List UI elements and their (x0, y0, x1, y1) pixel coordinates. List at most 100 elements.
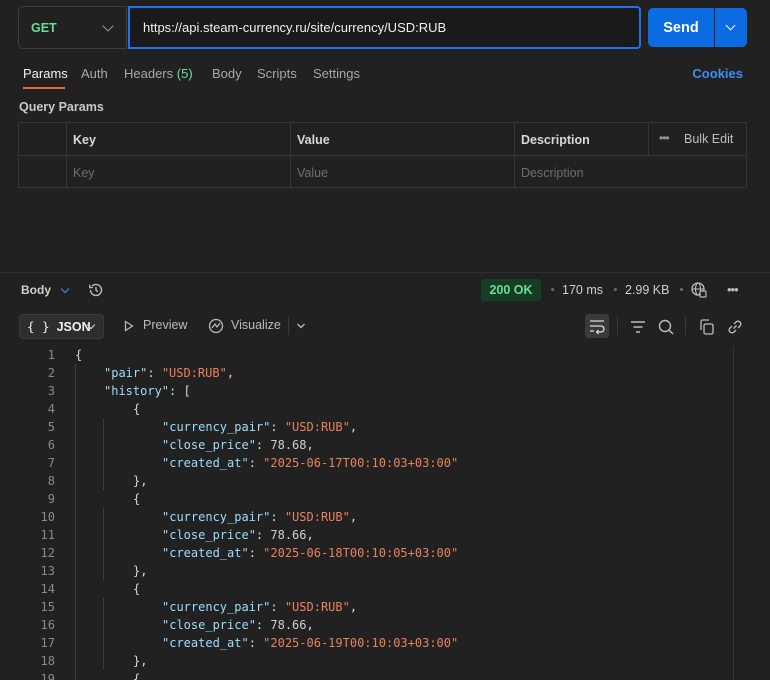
code-line: "close_price": 78.66, (162, 616, 314, 634)
code-line: { (133, 670, 140, 680)
method-label: GET (31, 20, 57, 35)
key-input[interactable]: Key (67, 156, 291, 189)
line-number: 19 (40, 672, 55, 680)
json-punctuation: , (306, 528, 314, 542)
more-horizontal-icon[interactable]: ••• (659, 131, 670, 145)
value-input[interactable]: Value (291, 156, 515, 189)
json-punctuation: }, (133, 474, 148, 488)
cookies-link[interactable]: Cookies (692, 66, 743, 81)
query-params-title: Query Params (19, 100, 104, 114)
play-icon (124, 320, 134, 332)
filter-icon[interactable] (627, 316, 649, 338)
json-key: "close_price" (162, 528, 256, 542)
json-punctuation: , (349, 420, 358, 434)
json-punctuation: : (270, 510, 285, 524)
json-key: "created_at" (162, 636, 249, 650)
json-punctuation: : [ (169, 384, 191, 398)
line-number: 11 (40, 528, 55, 542)
json-string: "2025-06-17T00:10:03+03:00" (263, 456, 459, 470)
status-badge[interactable]: 200 OK (481, 279, 541, 301)
json-punctuation: }, (133, 564, 148, 578)
json-punctuation: , (349, 600, 358, 614)
preview-button[interactable]: Preview (143, 318, 187, 332)
response-time[interactable]: 170 ms (562, 283, 603, 297)
send-options-button[interactable] (715, 8, 747, 47)
line-number: 14 (40, 582, 55, 596)
chevron-down-icon[interactable] (295, 320, 307, 332)
code-line: { (75, 346, 82, 364)
indent-guide (103, 598, 104, 670)
format-select[interactable]: { } JSON (19, 314, 104, 339)
json-punctuation: , (349, 510, 358, 524)
response-body-dropdown[interactable]: Body (21, 283, 51, 297)
line-number: 12 (40, 546, 55, 560)
query-params-table: Key Value Description ••• Bulk Edit Key … (18, 122, 747, 189)
line-number: 10 (40, 510, 55, 524)
line-number: 6 (47, 438, 55, 452)
app-window: GET https://api.steam-currency.ru/site/c… (0, 0, 770, 680)
code-line: { (133, 400, 140, 418)
column-header-description: Description (515, 123, 649, 156)
indent-guide (103, 508, 104, 580)
tab-params[interactable]: Params (23, 66, 68, 81)
description-input[interactable]: Description (515, 156, 746, 189)
code-line: "currency_pair": "USD:RUB", (162, 598, 357, 616)
line-number: 7 (47, 456, 55, 470)
code-line: }, (133, 652, 147, 670)
json-string: "2025-06-18T00:10:05+03:00" (263, 546, 459, 560)
search-icon[interactable] (655, 316, 677, 338)
line-number: 3 (47, 384, 55, 398)
link-icon[interactable] (724, 316, 746, 338)
divider (617, 317, 618, 335)
json-punctuation: : (255, 618, 271, 632)
code-line: "created_at": "2025-06-19T00:10:03+03:00… (162, 634, 458, 652)
tab-scripts[interactable]: Scripts (257, 66, 297, 81)
tab-body[interactable]: Body (212, 66, 242, 81)
code-line: "history": [ (104, 382, 191, 400)
line-number: 18 (40, 654, 55, 668)
method-select[interactable]: GET (18, 6, 127, 49)
json-key: "close_price" (162, 438, 256, 452)
headers-count: (5) (176, 66, 193, 81)
json-punctuation: : (255, 528, 271, 542)
bulk-edit-button[interactable]: Bulk Edit (684, 132, 733, 146)
pane-divider[interactable] (0, 272, 770, 273)
json-punctuation: { (133, 582, 141, 596)
wrap-lines-icon (590, 320, 605, 335)
tab-headers[interactable]: Headers (5) (124, 66, 193, 81)
json-punctuation: : (255, 438, 271, 452)
send-button[interactable]: Send (648, 8, 714, 47)
code-line: { (133, 580, 140, 598)
response-size[interactable]: 2.99 KB (625, 283, 669, 297)
code-line: "currency_pair": "USD:RUB", (162, 508, 357, 526)
network-globe-icon[interactable] (690, 281, 708, 299)
more-options-icon[interactable]: ••• (727, 282, 739, 297)
column-header-key: Key (67, 123, 291, 156)
json-key: "currency_pair" (162, 510, 271, 524)
wrap-lines-button[interactable] (585, 314, 609, 338)
json-code-viewer[interactable]: 1 {2 "pair": "USD:RUB", 3 "history": [4 {5 "cu… (0, 346, 750, 680)
tab-settings[interactable]: Settings (313, 66, 360, 81)
visualize-icon (208, 318, 224, 334)
chevron-down-icon (60, 284, 70, 294)
json-punctuation: : (270, 600, 285, 614)
url-input[interactable]: https://api.steam-currency.ru/site/curre… (128, 6, 641, 49)
json-number: 78.66 (270, 618, 307, 632)
table-header-row: Key Value Description ••• Bulk Edit (19, 123, 746, 156)
json-punctuation: : (147, 366, 162, 380)
scrollbar[interactable] (733, 346, 734, 680)
row-checkbox-cell (19, 156, 67, 189)
separator-dot (551, 288, 554, 291)
code-line: "close_price": 78.66, (162, 526, 314, 544)
code-line: "pair": "USD:RUB", (104, 364, 234, 382)
line-number: 16 (40, 618, 55, 632)
json-punctuation: { (133, 402, 141, 416)
json-key: "close_price" (162, 618, 256, 632)
visualize-button[interactable]: Visualize (231, 318, 281, 332)
copy-icon[interactable] (696, 316, 718, 338)
json-string: "2025-06-19T00:10:03+03:00" (263, 636, 459, 650)
indent-guide (103, 418, 104, 490)
line-number: 15 (40, 600, 55, 614)
history-icon[interactable] (87, 281, 105, 299)
tab-auth[interactable]: Auth (81, 66, 108, 81)
